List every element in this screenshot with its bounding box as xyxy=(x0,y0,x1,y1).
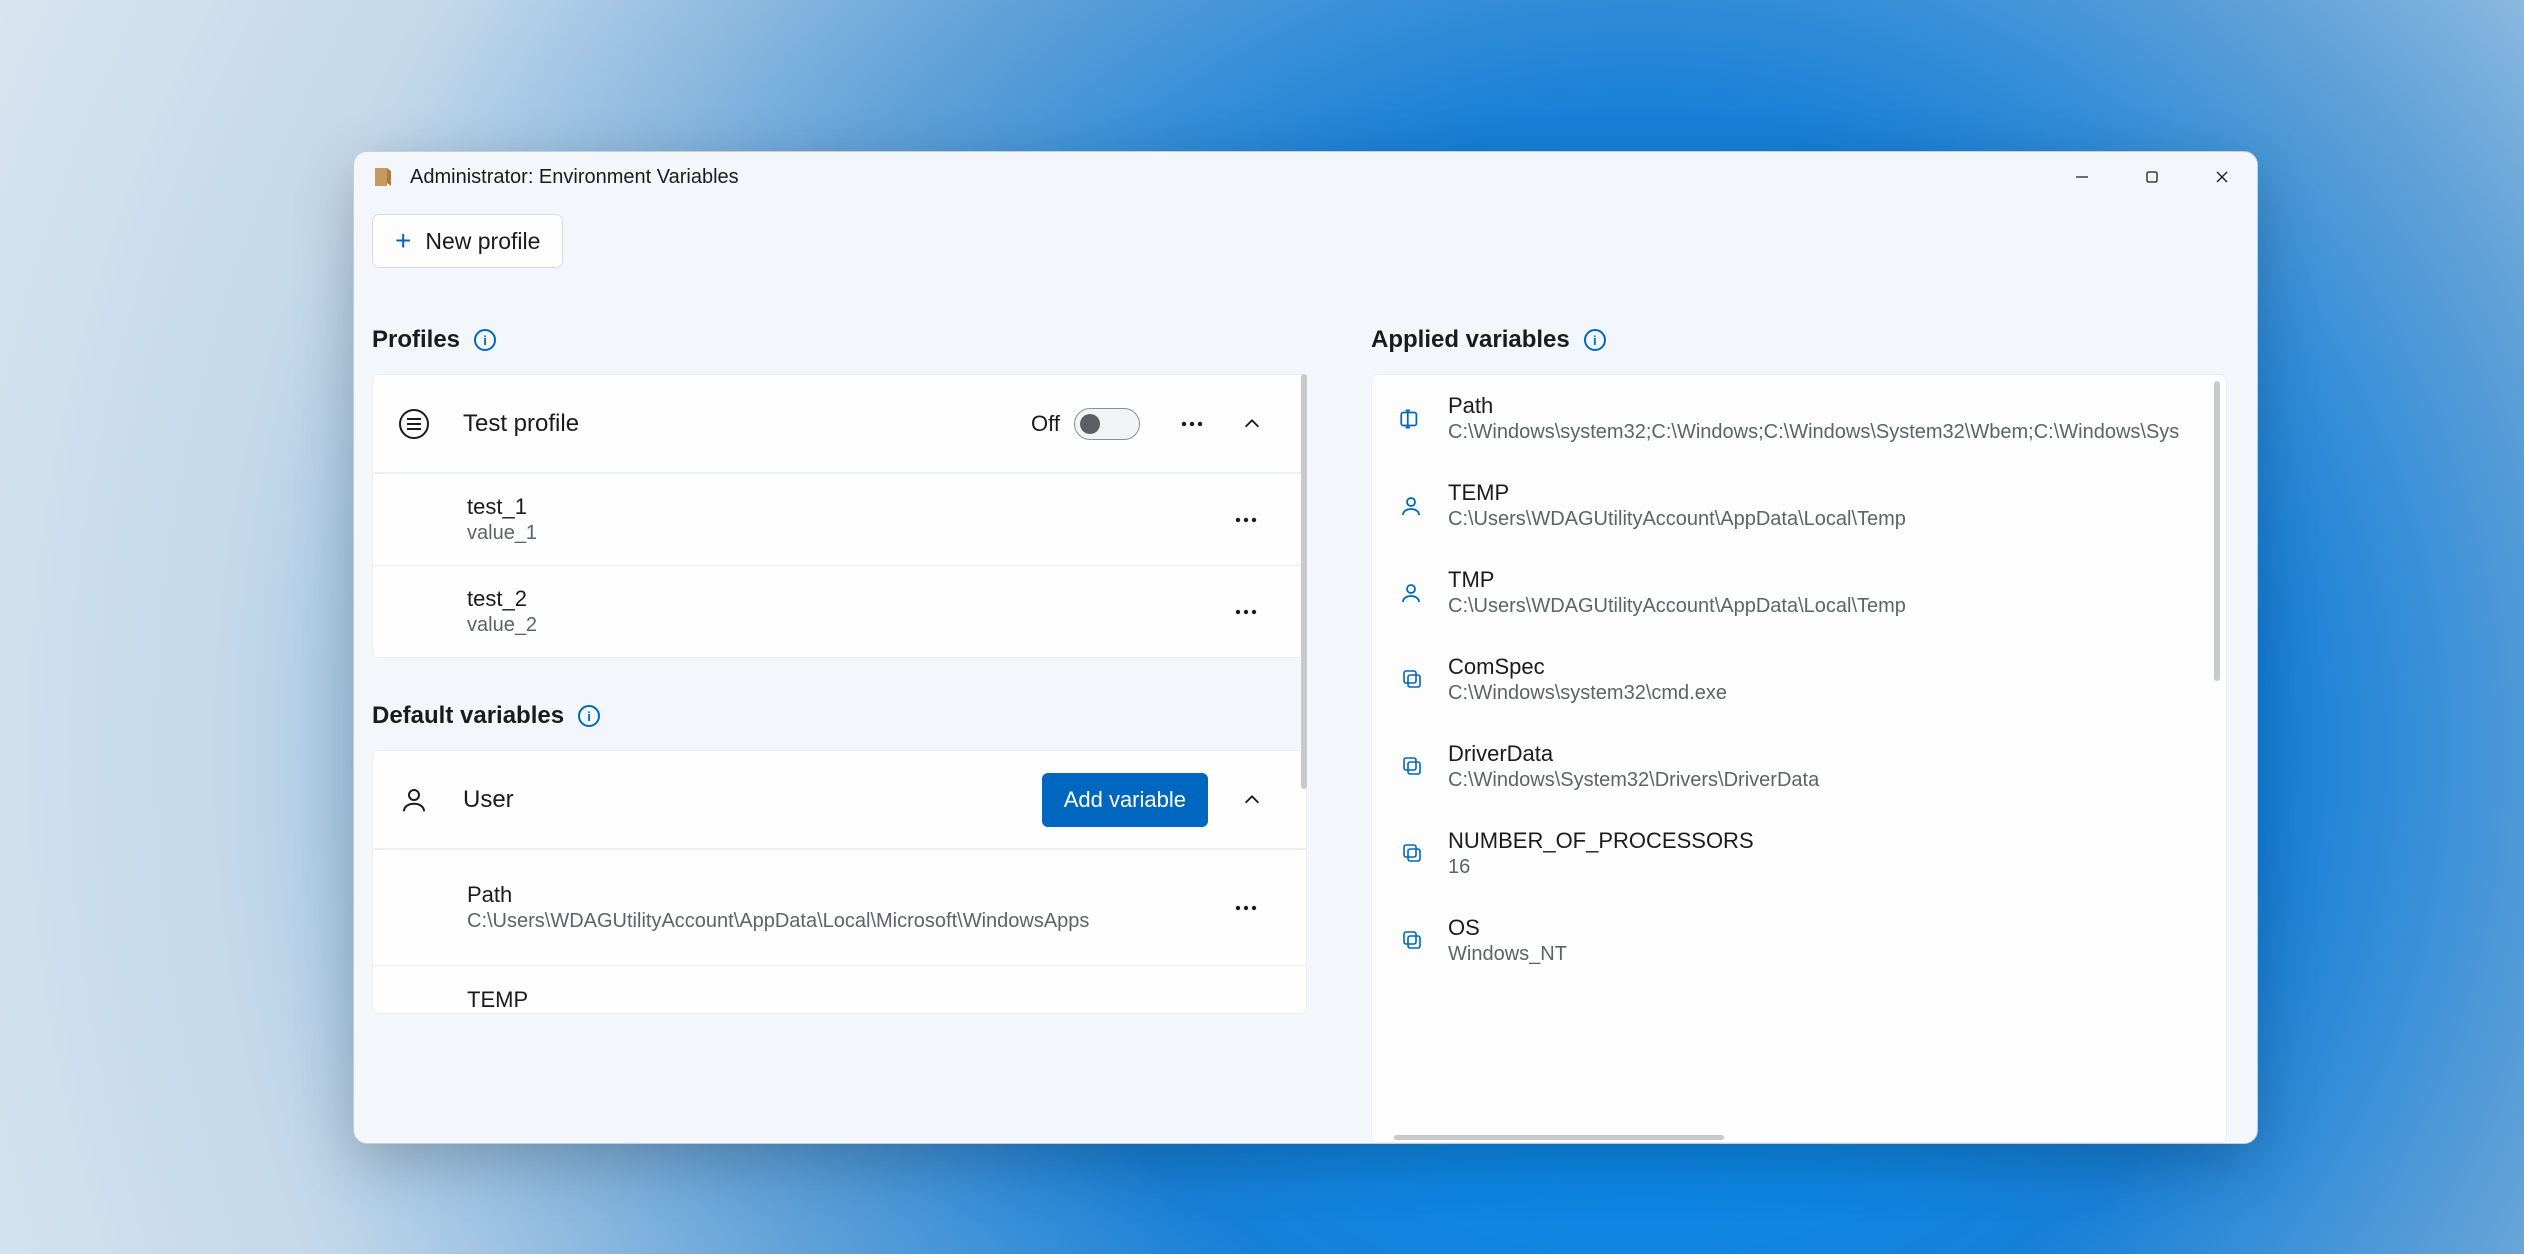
applied-variable-name: ComSpec xyxy=(1448,654,2196,680)
toolbar: + New profile xyxy=(354,202,2257,268)
maximize-button[interactable] xyxy=(2117,152,2187,202)
applied-variable-value: 16 xyxy=(1448,856,2196,879)
window-title: Administrator: Environment Variables xyxy=(410,166,739,189)
defaults-user-row[interactable]: User Add variable xyxy=(373,751,1306,849)
profiles-heading: Profiles i xyxy=(372,326,1307,354)
profile-toggle[interactable] xyxy=(1074,408,1140,440)
system-icon xyxy=(1396,929,1426,953)
close-button[interactable] xyxy=(2187,152,2257,202)
profiles-label: Profiles xyxy=(372,326,460,354)
profile-more-button[interactable] xyxy=(1168,400,1216,448)
defaults-heading: Default variables i xyxy=(372,702,1307,730)
plus-icon: + xyxy=(395,227,411,255)
info-icon[interactable]: i xyxy=(578,705,600,727)
variable-more-button[interactable] xyxy=(1222,588,1270,636)
applied-variable-name: TMP xyxy=(1448,567,2196,593)
profile-variable-row[interactable]: test_1 value_1 xyxy=(373,473,1306,565)
info-icon[interactable]: i xyxy=(1584,329,1606,351)
applied-variable-row[interactable]: ComSpecC:\Windows\system32\cmd.exe xyxy=(1372,636,2226,723)
variable-name: test_1 xyxy=(467,494,1276,520)
default-variable-row[interactable]: TEMP xyxy=(373,965,1306,1013)
defaults-label: Default variables xyxy=(372,702,564,730)
user-icon xyxy=(1396,581,1426,605)
defaults-group-label: User xyxy=(463,786,1042,814)
applied-heading: Applied variables i xyxy=(1371,326,2227,354)
defaults-card: User Add variable Path C:\Users\WDAGUtil… xyxy=(372,750,1307,1014)
profile-card: Test profile Off test_1 xyxy=(372,374,1307,658)
app-icon xyxy=(370,164,396,190)
profile-menu-icon xyxy=(399,409,445,439)
applied-variable-name: OS xyxy=(1448,915,2196,941)
user-icon xyxy=(399,785,445,815)
default-variable-row[interactable]: Path C:\Users\WDAGUtilityAccount\AppData… xyxy=(373,849,1306,965)
applied-variable-value: C:\Windows\system32\cmd.exe xyxy=(1448,682,2196,705)
content-area: Profiles i Test profile Off xyxy=(354,268,2257,1143)
applied-variable-row[interactable]: TEMPC:\Users\WDAGUtilityAccount\AppData\… xyxy=(1372,462,2226,549)
applied-variable-row[interactable]: NUMBER_OF_PROCESSORS16 xyxy=(1372,810,2226,897)
applied-variable-row[interactable]: OSWindows_NT xyxy=(1372,897,2226,984)
applied-variable-name: TEMP xyxy=(1448,480,2196,506)
applied-variable-value: C:\Windows\System32\Drivers\DriverData xyxy=(1448,769,2196,792)
profile-variable-row[interactable]: test_2 value_2 xyxy=(373,565,1306,657)
applied-variable-row[interactable]: PathC:\Windows\system32;C:\Windows;C:\Wi… xyxy=(1372,375,2226,462)
left-column: Profiles i Test profile Off xyxy=(372,326,1307,1143)
applied-label: Applied variables xyxy=(1371,326,1570,354)
profile-toggle-label: Off xyxy=(1031,411,1060,437)
app-window: Administrator: Environment Variables + N… xyxy=(353,151,2258,1144)
system-icon xyxy=(1396,755,1426,779)
variable-name: test_2 xyxy=(467,586,1276,612)
applied-variable-name: NUMBER_OF_PROCESSORS xyxy=(1448,828,2196,854)
new-profile-label: New profile xyxy=(425,228,540,255)
system-icon xyxy=(1396,842,1426,866)
profile-toggle-group: Off xyxy=(1031,408,1140,440)
variable-value: value_2 xyxy=(467,614,1276,637)
defaults-collapse-button[interactable] xyxy=(1228,776,1276,824)
titlebar[interactable]: Administrator: Environment Variables xyxy=(354,152,2257,202)
desktop-background: Administrator: Environment Variables + N… xyxy=(0,0,2524,1254)
right-column: Applied variables i PathC:\Windows\syste… xyxy=(1371,326,2227,1143)
add-variable-label: Add variable xyxy=(1064,787,1186,812)
applied-variable-value: C:\Users\WDAGUtilityAccount\AppData\Loca… xyxy=(1448,508,2196,531)
window-controls xyxy=(2047,152,2257,202)
profile-collapse-button[interactable] xyxy=(1228,400,1276,448)
profile-row[interactable]: Test profile Off xyxy=(373,375,1306,473)
applied-variable-row[interactable]: DriverDataC:\Windows\System32\Drivers\Dr… xyxy=(1372,723,2226,810)
variable-name: TEMP xyxy=(467,987,1276,1013)
applied-variable-row[interactable]: TMPC:\Users\WDAGUtilityAccount\AppData\L… xyxy=(1372,549,2226,636)
left-scroll-area[interactable]: Test profile Off test_1 xyxy=(372,374,1307,1143)
variable-more-button[interactable] xyxy=(1222,496,1270,544)
applied-list[interactable]: PathC:\Windows\system32;C:\Windows;C:\Wi… xyxy=(1371,374,2227,1143)
horizontal-scrollbar[interactable] xyxy=(1394,1135,1724,1140)
variable-more-button[interactable] xyxy=(1222,884,1270,932)
rename-icon xyxy=(1396,406,1426,432)
applied-variable-name: Path xyxy=(1448,393,2196,419)
variable-value: C:\Users\WDAGUtilityAccount\AppData\Loca… xyxy=(467,910,1276,933)
user-icon xyxy=(1396,494,1426,518)
minimize-button[interactable] xyxy=(2047,152,2117,202)
applied-variable-value: C:\Users\WDAGUtilityAccount\AppData\Loca… xyxy=(1448,595,2196,618)
new-profile-button[interactable]: + New profile xyxy=(372,214,563,268)
profile-name: Test profile xyxy=(463,410,1031,438)
info-icon[interactable]: i xyxy=(474,329,496,351)
system-icon xyxy=(1396,668,1426,692)
applied-variable-value: C:\Windows\system32;C:\Windows;C:\Window… xyxy=(1448,421,2196,444)
applied-variable-value: Windows_NT xyxy=(1448,943,2196,966)
variable-value: value_1 xyxy=(467,522,1276,545)
variable-name: Path xyxy=(467,882,1276,908)
applied-variable-name: DriverData xyxy=(1448,741,2196,767)
add-variable-button[interactable]: Add variable xyxy=(1042,773,1208,827)
